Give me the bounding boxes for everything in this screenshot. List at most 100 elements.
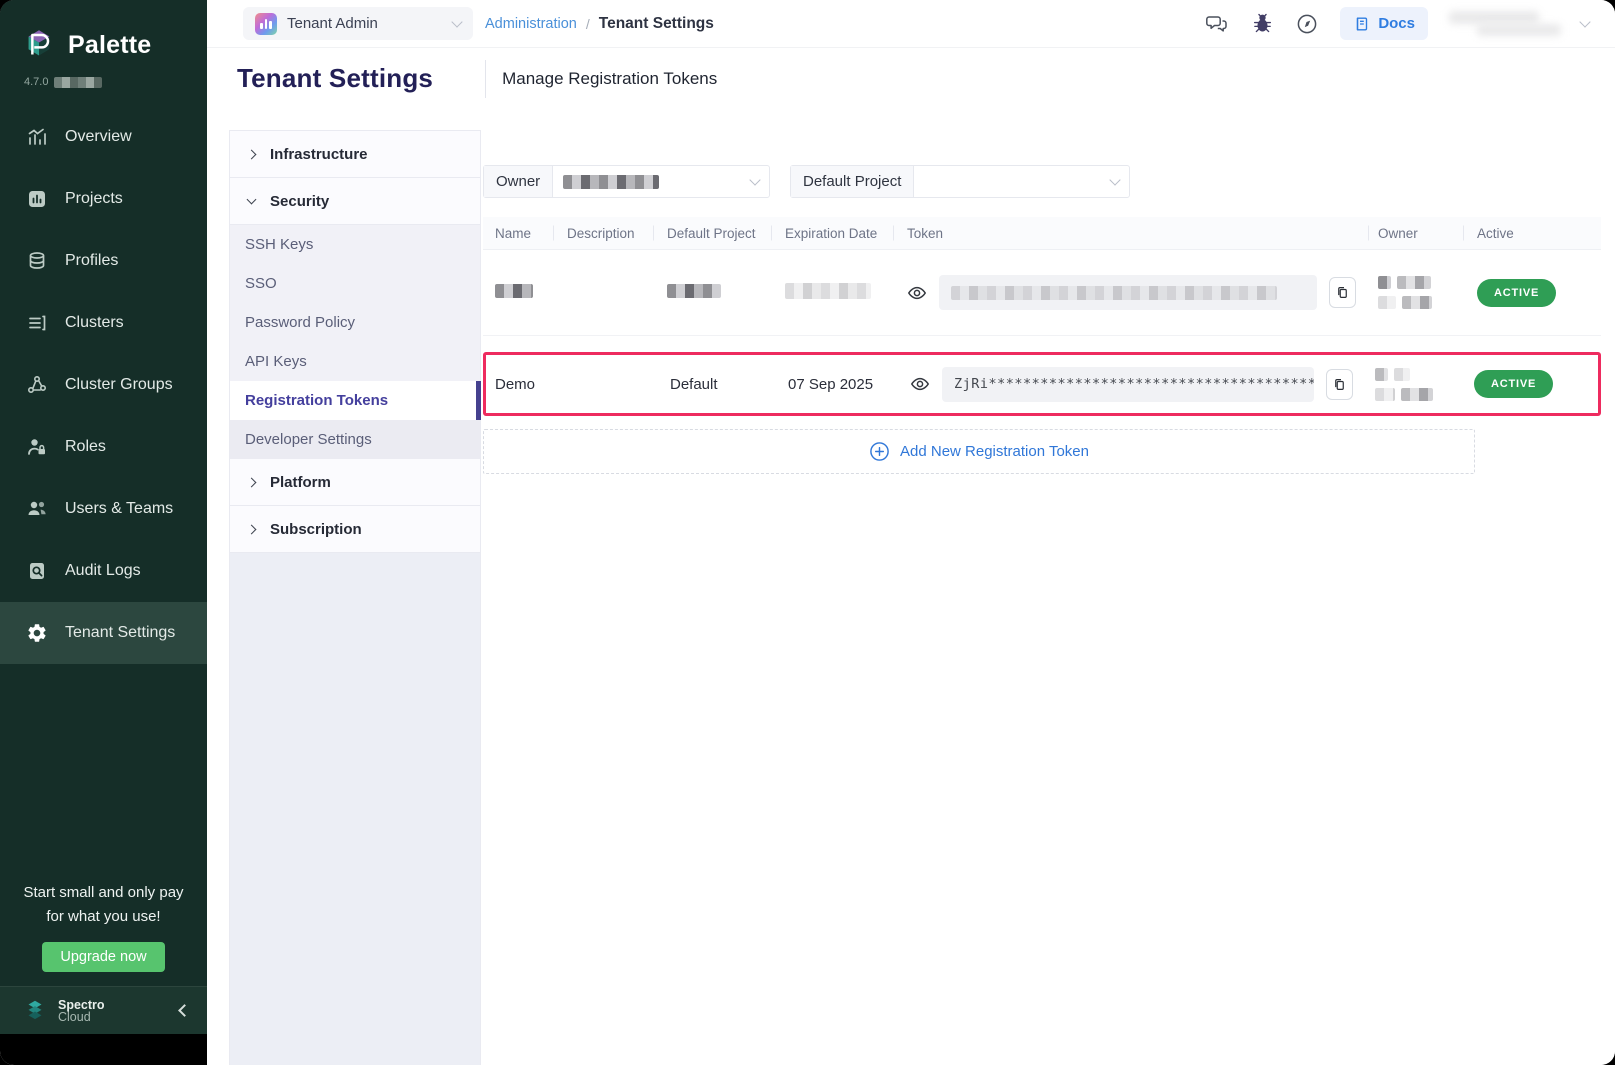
- sidebar-item-audit-logs[interactable]: Audit Logs: [0, 540, 207, 602]
- bug-report-icon[interactable]: [1250, 12, 1274, 36]
- filters: Owner Default Project: [483, 165, 1601, 198]
- redacted-owner-filter-value: [563, 175, 659, 189]
- subnav-section-infrastructure[interactable]: Infrastructure: [230, 131, 480, 178]
- subnav-section-platform[interactable]: Platform: [230, 459, 480, 506]
- owner-filter-select[interactable]: Owner: [483, 165, 770, 198]
- version-number: 4.7.0: [24, 76, 48, 88]
- sidebar-item-label: Audit Logs: [65, 562, 141, 580]
- docs-book-icon: [1353, 15, 1371, 33]
- project-scope-selector[interactable]: Tenant Admin: [243, 7, 473, 40]
- docs-button-label: Docs: [1378, 15, 1415, 32]
- status-badge: ACTIVE: [1477, 279, 1556, 307]
- chevron-down-icon: [749, 174, 760, 185]
- show-token-eye-icon[interactable]: [910, 374, 930, 394]
- sidebar-nav: Overview Projects: [0, 106, 207, 664]
- default-project-filter-select[interactable]: Default Project: [790, 165, 1130, 198]
- cell-default-project: Default: [656, 376, 774, 393]
- subnav-section-security[interactable]: Security: [230, 178, 480, 225]
- breadcrumb: Administration / Tenant Settings: [485, 15, 714, 33]
- chevron-right-icon: [247, 149, 257, 159]
- redacted-version-suffix: [54, 77, 102, 88]
- upgrade-promo: Start small and only pay for what you us…: [0, 881, 207, 986]
- redacted-owner: [1378, 276, 1463, 309]
- subnav-item-developer-settings[interactable]: Developer Settings: [230, 420, 480, 459]
- clusters-icon: [26, 312, 48, 334]
- subnav-item-ssh-keys[interactable]: SSH Keys: [230, 225, 480, 264]
- column-header-token: Token: [893, 217, 1368, 249]
- sidebar-item-overview[interactable]: Overview: [0, 106, 207, 168]
- sidebar-item-label: Overview: [65, 128, 132, 146]
- promo-text-line1: Start small and only pay: [18, 881, 189, 905]
- copy-token-button[interactable]: [1329, 277, 1356, 308]
- brand-name: Palette: [68, 31, 151, 60]
- sidebar-inner: Palette 4.7.0 Overview: [0, 0, 207, 1034]
- cell-name: Demo: [486, 376, 556, 393]
- add-registration-token-label: Add New Registration Token: [900, 443, 1089, 460]
- explore-compass-icon[interactable]: [1295, 12, 1319, 36]
- subnav-item-api-keys[interactable]: API Keys: [230, 342, 480, 381]
- version: 4.7.0: [24, 76, 207, 88]
- subnav-item-sso[interactable]: SSO: [230, 264, 480, 303]
- subnav-section-subscription[interactable]: Subscription: [230, 506, 480, 553]
- roles-icon: [26, 436, 48, 458]
- title-divider: [485, 60, 486, 98]
- subnav-item-registration-tokens[interactable]: Registration Tokens: [230, 381, 480, 420]
- column-header-description: Description: [553, 217, 653, 249]
- audit-logs-icon: [26, 560, 48, 582]
- sidebar-collapse-icon[interactable]: [178, 1004, 191, 1017]
- redacted-name: [495, 284, 533, 298]
- column-header-name: Name: [483, 217, 553, 249]
- sidebar-footer: Spectro Cloud: [0, 986, 207, 1034]
- cluster-groups-icon: [26, 374, 48, 396]
- add-registration-token-button[interactable]: Add New Registration Token: [483, 429, 1475, 474]
- subnav-item-password-policy[interactable]: Password Policy: [230, 303, 480, 342]
- project-selector-label: Tenant Admin: [287, 15, 378, 32]
- upgrade-now-button[interactable]: Upgrade now: [42, 942, 164, 972]
- sidebar-item-label: Tenant Settings: [65, 624, 175, 642]
- chevron-down-icon: [1109, 174, 1120, 185]
- feedback-chat-icon[interactable]: [1205, 12, 1229, 36]
- copy-token-button[interactable]: [1326, 369, 1353, 400]
- table-header: Name Description Default Project Expirat…: [483, 217, 1601, 250]
- sidebar-item-tenant-settings[interactable]: Tenant Settings: [0, 602, 207, 664]
- redacted-user-name: [1449, 9, 1567, 39]
- sidebar-item-roles[interactable]: Roles: [0, 416, 207, 478]
- spectro-cloud-logo-icon: [22, 998, 48, 1024]
- sidebar-item-profiles[interactable]: Profiles: [0, 230, 207, 292]
- docs-button[interactable]: Docs: [1340, 7, 1428, 40]
- page-title: Tenant Settings: [237, 63, 433, 94]
- status-badge: ACTIVE: [1474, 370, 1553, 398]
- plus-circle-icon: [869, 441, 890, 462]
- table-row: ACTIVE: [483, 250, 1601, 336]
- topbar-actions: Docs: [1205, 7, 1589, 40]
- breadcrumb-administration[interactable]: Administration: [485, 16, 577, 32]
- redacted-owner: [1375, 368, 1460, 401]
- section-label: Infrastructure: [270, 146, 368, 163]
- table-row-demo-highlighted: Demo Default 07 Sep 2025 ZjRi*****: [483, 352, 1601, 416]
- footer-brand: Spectro Cloud: [58, 999, 105, 1023]
- app-window: Palette 4.7.0 Overview: [0, 0, 1615, 1065]
- sidebar-item-clusters[interactable]: Clusters: [0, 292, 207, 354]
- page-header: Tenant Settings Manage Registration Toke…: [207, 48, 1615, 109]
- tokens-table: Name Description Default Project Expirat…: [483, 217, 1601, 474]
- chevron-down-icon: [451, 16, 462, 27]
- sidebar-item-label: Projects: [65, 190, 123, 208]
- users-teams-icon: [26, 498, 48, 520]
- main-area: Tenant Admin Administration / Tenant Set…: [207, 0, 1615, 1065]
- chevron-right-icon: [247, 477, 257, 487]
- column-header-active: Active: [1463, 217, 1601, 249]
- palette-logo-icon: [20, 26, 58, 64]
- registration-tokens-panel: Owner Default Project: [481, 109, 1615, 1065]
- sidebar-item-users-teams[interactable]: Users & Teams: [0, 478, 207, 540]
- chevron-down-icon: [1579, 16, 1590, 27]
- sidebar-item-label: Cluster Groups: [65, 376, 173, 394]
- projects-icon: [26, 188, 48, 210]
- brand: Palette: [0, 0, 207, 64]
- sidebar-item-label: Users & Teams: [65, 500, 173, 518]
- show-token-eye-icon[interactable]: [907, 283, 927, 303]
- user-menu[interactable]: [1449, 9, 1589, 39]
- sidebar-item-projects[interactable]: Projects: [0, 168, 207, 230]
- redacted-token: [951, 286, 1277, 300]
- sidebar-item-cluster-groups[interactable]: Cluster Groups: [0, 354, 207, 416]
- column-header-expiration-date: Expiration Date: [771, 217, 893, 249]
